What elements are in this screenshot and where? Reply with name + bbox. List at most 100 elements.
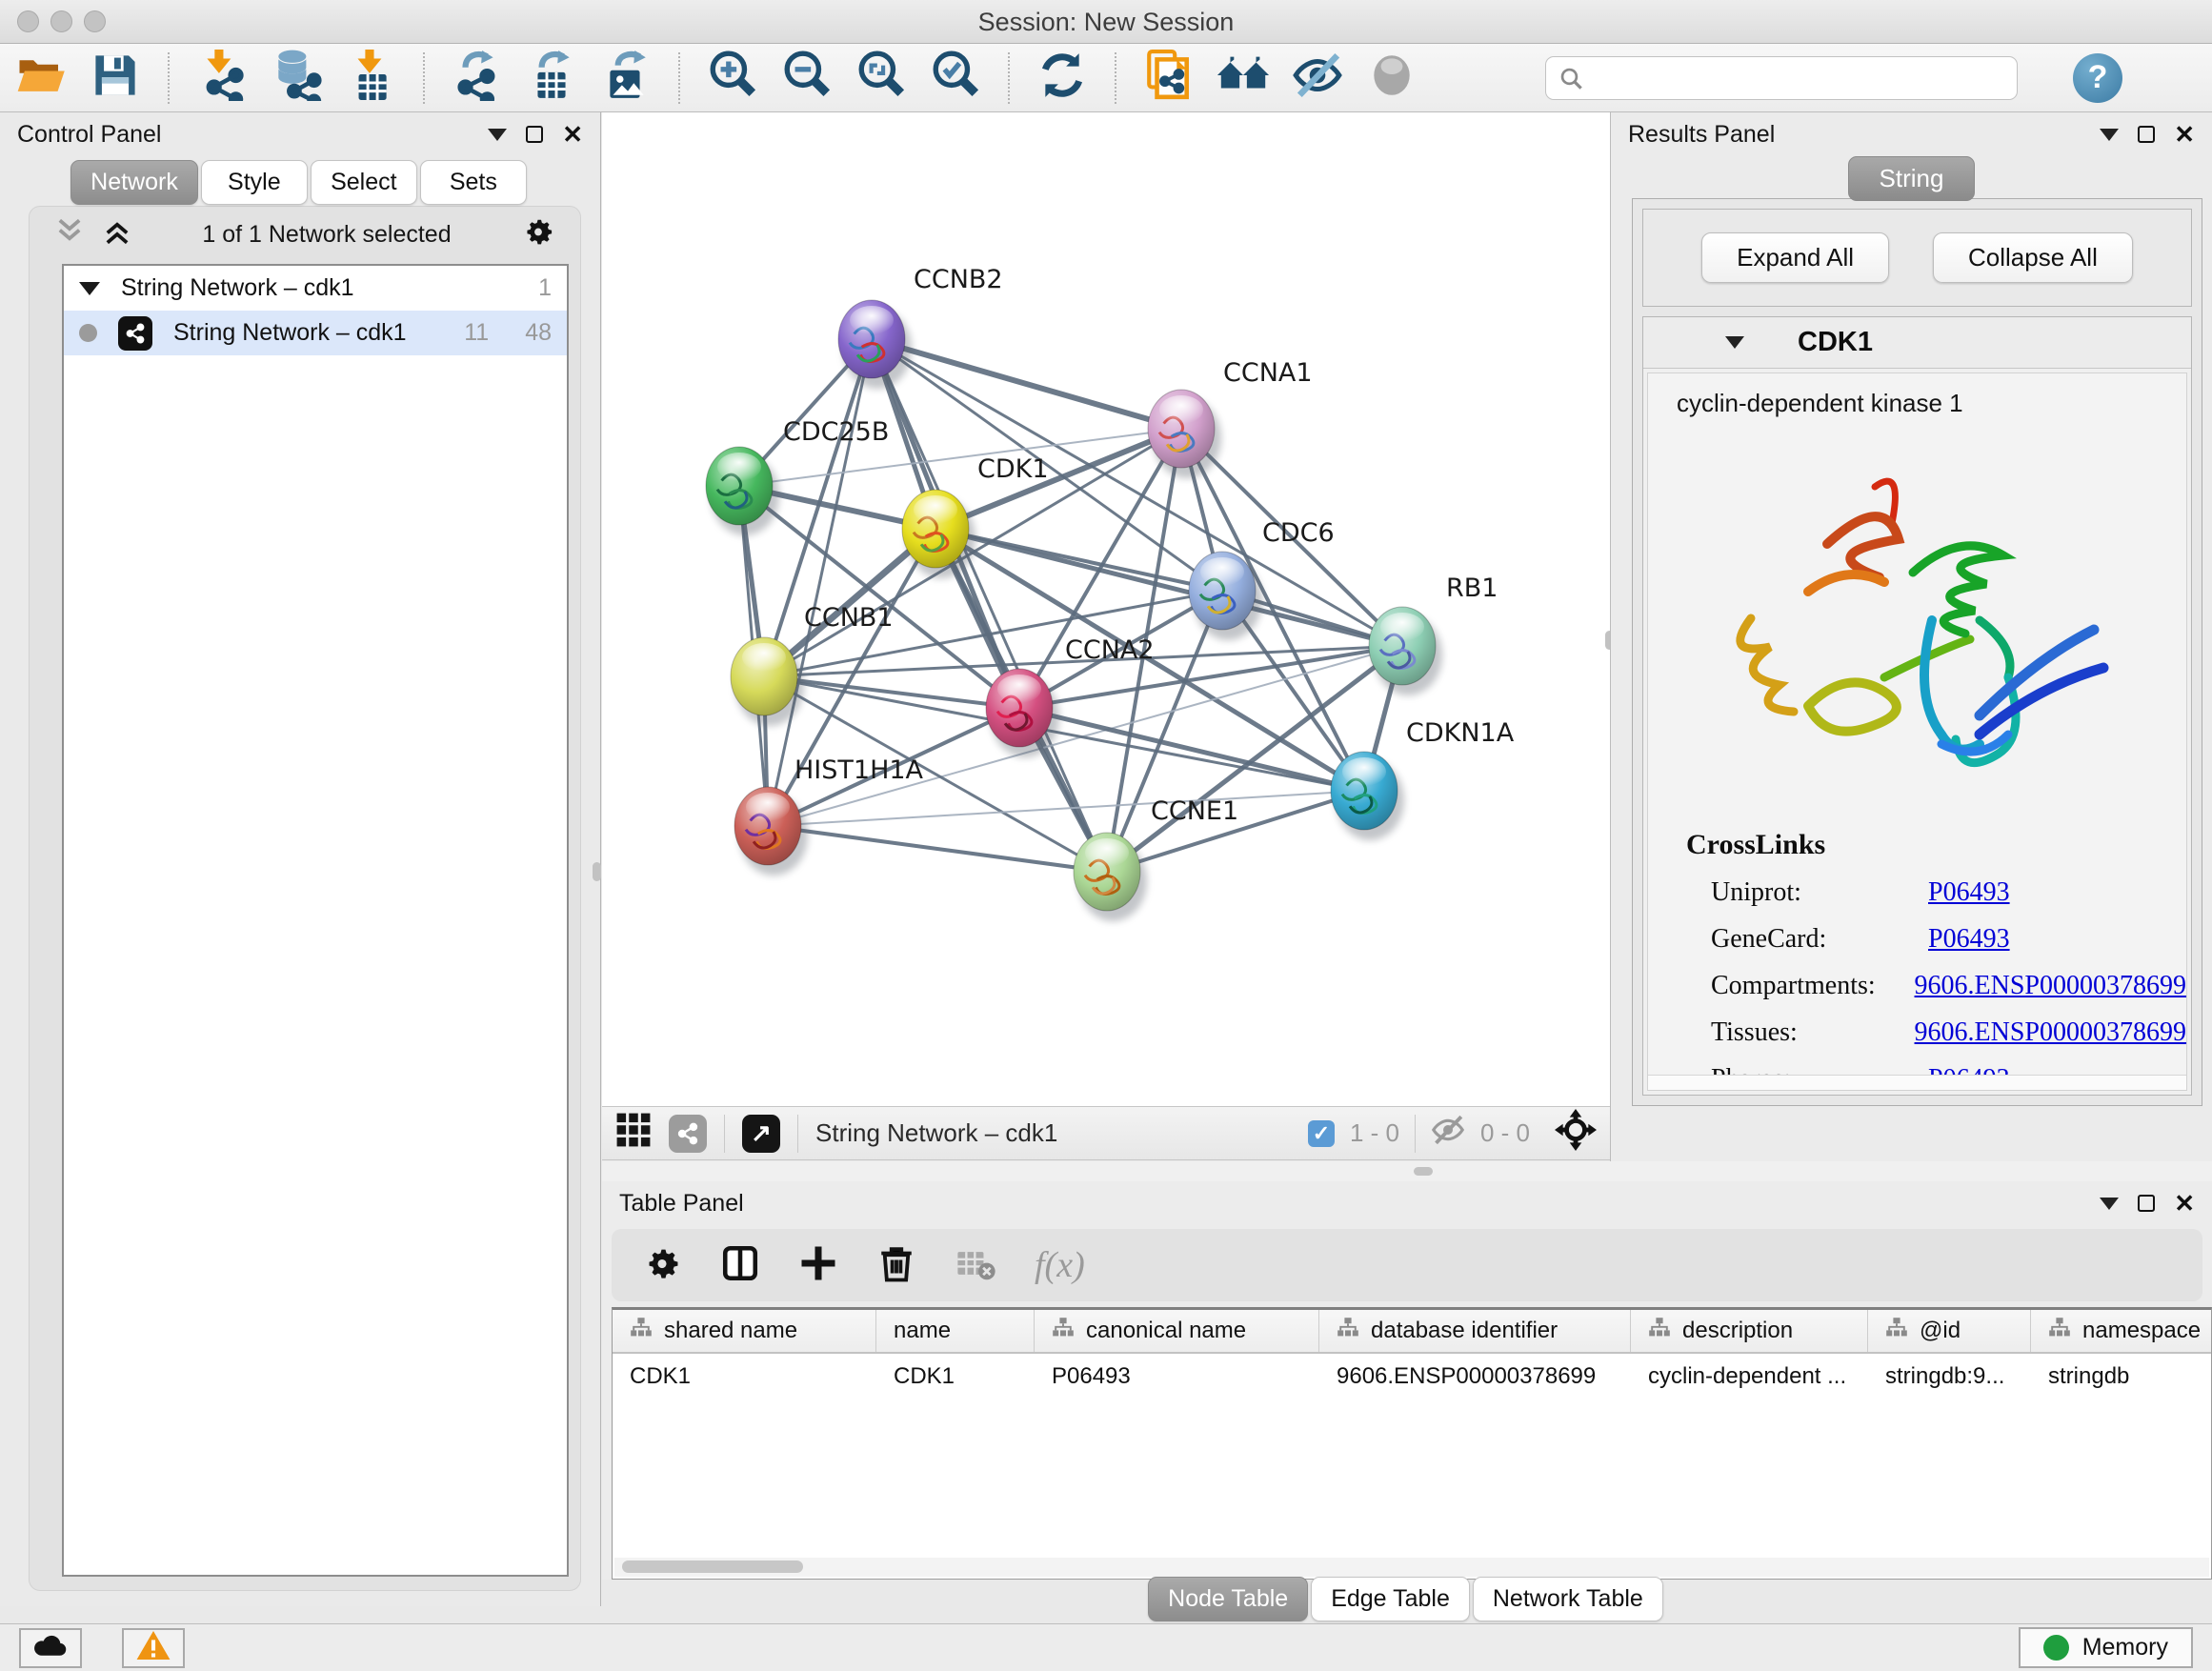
network-collection-row[interactable]: String Network – cdk1 1 [64, 266, 567, 311]
network-edge-CCNB2-CCNE1[interactable] [872, 339, 1107, 872]
hide-selected-button[interactable] [1292, 52, 1343, 104]
table-row[interactable]: CDK1CDK1P064939606.ENSP00000378699cyclin… [613, 1354, 2211, 1399]
birds-eye-view-icon[interactable] [615, 1112, 652, 1155]
create-column-icon[interactable] [798, 1243, 838, 1288]
tab-node-table[interactable]: Node Table [1148, 1577, 1308, 1621]
node-label-RB1: RB1 [1446, 574, 1498, 603]
search-input[interactable] [1545, 56, 2018, 100]
zoom-fit-button[interactable] [855, 52, 907, 104]
tab-string[interactable]: String [1848, 156, 1976, 201]
network-node-CCNA1[interactable]: CCNA1 [1148, 358, 1313, 478]
open-session-button[interactable] [15, 52, 67, 104]
column-header-description[interactable]: description [1631, 1310, 1868, 1352]
zoom-window-button[interactable] [84, 10, 106, 32]
left-splitter-handle[interactable] [593, 862, 601, 881]
scrollbar-thumb[interactable] [622, 1560, 803, 1573]
minimize-window-button[interactable] [50, 10, 72, 32]
houses-button[interactable] [1217, 52, 1269, 104]
network-node-CCNE1[interactable]: CCNE1 [1074, 796, 1238, 921]
network-node-CDC25B[interactable]: CDC25B [706, 417, 889, 535]
help-button[interactable]: ? [2073, 53, 2122, 103]
gene-entry-header[interactable]: CDK1 [1643, 317, 2191, 369]
table-cell[interactable]: stringdb [2031, 1354, 2212, 1399]
network-canvas[interactable]: CCNB2CCNA1CDC25BCDK1CDC6RB1CCNB1CCNA2CDK… [602, 112, 1610, 1106]
float-panel-icon[interactable] [488, 129, 507, 141]
memory-button[interactable]: Memory [2019, 1627, 2193, 1668]
table-horizontal-scrollbar[interactable] [614, 1558, 2209, 1577]
warnings-button[interactable] [122, 1628, 185, 1668]
collapse-all-button[interactable]: Collapse All [1933, 232, 2133, 283]
table-cell[interactable]: cyclin-dependent ... [1631, 1354, 1868, 1399]
network-node-CDKN1A[interactable]: CDKN1A [1331, 718, 1515, 840]
crosslink-link[interactable]: P06493 [1928, 877, 2010, 908]
table-cell[interactable]: 9606.ENSP00000378699 [1319, 1354, 1631, 1399]
crosslink-link[interactable]: 9606.ENSP00000378699 [1915, 971, 2186, 1001]
tab-network-table[interactable]: Network Table [1473, 1577, 1663, 1621]
import-table-button[interactable] [345, 52, 396, 104]
export-table-button[interactable] [526, 52, 577, 104]
entry-expand-icon[interactable] [1725, 336, 1744, 349]
refresh-network-button[interactable] [1036, 52, 1088, 104]
expand-all-networks-icon[interactable] [102, 216, 132, 253]
save-session-button[interactable] [90, 52, 141, 104]
maximize-panel-icon[interactable] [526, 126, 543, 143]
network-edge-CCNB2-RB1[interactable] [872, 339, 1402, 646]
show-columns-icon[interactable] [720, 1243, 760, 1288]
expand-all-button[interactable]: Expand All [1701, 232, 1889, 283]
zoom-selected-button[interactable] [930, 52, 981, 104]
import-network-from-database-button[interactable] [271, 52, 322, 104]
column-header-namespace[interactable]: namespace [2031, 1310, 2212, 1352]
center-view-icon[interactable] [1555, 1109, 1597, 1158]
export-network-button[interactable] [452, 52, 503, 104]
table-cell[interactable]: P06493 [1035, 1354, 1319, 1399]
crosslink-link[interactable]: 9606.ENSP00000378699 [1915, 1017, 2186, 1048]
maximize-panel-icon[interactable] [2138, 126, 2155, 143]
close-panel-icon[interactable]: ✕ [2174, 126, 2195, 143]
tab-sets[interactable]: Sets [420, 160, 527, 205]
tab-select[interactable]: Select [311, 160, 417, 205]
collapse-all-networks-icon[interactable] [54, 216, 85, 253]
network-row[interactable]: String Network – cdk1 11 48 [64, 311, 567, 355]
table-cell[interactable]: CDK1 [613, 1354, 876, 1399]
selected-items-checkbox[interactable]: ✓ [1308, 1120, 1335, 1147]
splitter-handle[interactable] [1414, 1167, 1433, 1176]
cloud-icon [31, 1630, 70, 1665]
float-panel-icon[interactable] [2100, 129, 2119, 141]
column-header--id[interactable]: @id [1868, 1310, 2031, 1352]
import-network-button[interactable] [196, 52, 248, 104]
hidden-items-icon[interactable] [1431, 1113, 1465, 1154]
collection-expand-icon[interactable] [79, 282, 100, 295]
network-edge-CCNB2-HIST1H1A[interactable] [768, 339, 872, 826]
column-header-canonical-name[interactable]: canonical name [1035, 1310, 1319, 1352]
tab-network[interactable]: Network [70, 160, 198, 205]
close-window-button[interactable] [17, 10, 39, 32]
table-cell[interactable]: CDK1 [876, 1354, 1035, 1399]
results-scrollbar[interactable] [1648, 1075, 2186, 1090]
column-header-name[interactable]: name [876, 1310, 1035, 1352]
cloud-status-button[interactable] [19, 1628, 82, 1668]
tab-style[interactable]: Style [201, 160, 308, 205]
column-header-database-identifier[interactable]: database identifier [1319, 1310, 1631, 1352]
network-options-gear-icon[interactable] [521, 214, 555, 255]
zoom-in-button[interactable] [707, 52, 758, 104]
column-header-shared-name[interactable]: shared name [613, 1310, 876, 1352]
delete-columns-icon[interactable] [876, 1243, 916, 1288]
export-image-button[interactable] [600, 52, 652, 104]
network-view[interactable]: CCNB2CCNA1CDC25BCDK1CDC6RB1CCNB1CCNA2CDK… [602, 112, 1610, 1106]
crosslink-link[interactable]: P06493 [1928, 924, 2010, 955]
table-cell[interactable]: stringdb:9... [1868, 1354, 2031, 1399]
float-panel-icon[interactable] [2100, 1198, 2119, 1210]
table-options-gear-icon[interactable] [642, 1243, 682, 1288]
close-panel-icon[interactable]: ✕ [562, 126, 583, 143]
network-edge-CCNE1-HIST1H1A[interactable] [768, 826, 1107, 872]
open-in-window-icon[interactable]: ↗ [742, 1115, 780, 1153]
zoom-out-button[interactable] [781, 52, 833, 104]
close-panel-icon[interactable]: ✕ [2174, 1195, 2195, 1212]
network-node-RB1[interactable]: RB1 [1369, 574, 1498, 695]
maximize-panel-icon[interactable] [2138, 1195, 2155, 1212]
network-edge-CCNB2-CCNA1[interactable] [872, 339, 1181, 429]
show-all-button[interactable] [1366, 52, 1418, 104]
copy-network-button[interactable] [1143, 52, 1195, 104]
horizontal-splitter[interactable] [602, 1161, 2212, 1181]
tab-edge-table[interactable]: Edge Table [1311, 1577, 1470, 1621]
